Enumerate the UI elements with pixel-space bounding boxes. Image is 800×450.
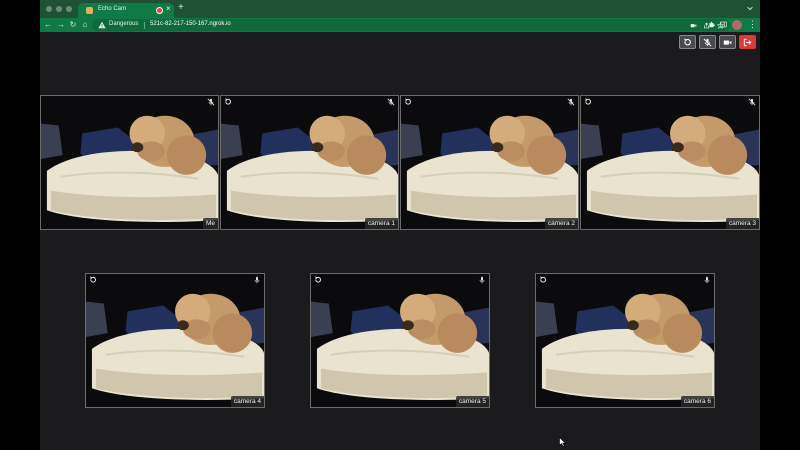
video-camera-icon xyxy=(723,40,732,45)
rotate-camera-button[interactable] xyxy=(679,35,696,49)
mic-off-icon[interactable] xyxy=(387,98,395,106)
rotate-icon[interactable] xyxy=(314,276,322,284)
mic-off-icon[interactable] xyxy=(748,98,756,106)
tile-label: Me xyxy=(202,218,218,229)
favicon-icon xyxy=(86,7,93,14)
video-tile[interactable]: camera 1 xyxy=(220,95,399,230)
tab-title: Echo Cam xyxy=(98,6,127,12)
security-label[interactable]: Dangerous xyxy=(109,21,138,27)
video-feed xyxy=(311,274,489,407)
url-text[interactable]: 521c-82-217-150-167.ngrok.io xyxy=(150,21,231,27)
mic-off-icon xyxy=(703,38,712,47)
tab-strip: Echo Cam × + xyxy=(40,0,760,18)
mic-icon[interactable] xyxy=(478,276,486,284)
leave-button[interactable] xyxy=(739,35,756,49)
toolbar: ← → ↻ ⌂ Dangerous 521c-82-217-150-167.ng… xyxy=(40,18,760,32)
rotate-icon xyxy=(684,38,691,46)
address-bar[interactable]: Dangerous 521c-82-217-150-167.ngrok.io xyxy=(92,19,730,31)
video-tile[interactable]: camera 3 xyxy=(580,95,760,230)
tab-close-icon[interactable]: × xyxy=(166,4,171,13)
rotate-icon[interactable] xyxy=(539,276,547,284)
tile-label: camera 4 xyxy=(230,396,264,407)
video-feed xyxy=(41,96,218,229)
recording-indicator-icon xyxy=(156,7,163,14)
mic-off-icon[interactable] xyxy=(567,98,575,106)
camera-toggle-button[interactable] xyxy=(719,35,736,49)
mic-off-icon[interactable] xyxy=(207,98,215,106)
rotate-icon[interactable] xyxy=(224,98,232,106)
extensions-icon[interactable] xyxy=(708,21,715,28)
tile-label: camera 3 xyxy=(725,218,759,229)
divider xyxy=(144,22,145,29)
profile-avatar[interactable] xyxy=(732,20,742,30)
tile-label: camera 5 xyxy=(455,396,489,407)
browser-window: Echo Cam × + ← → ↻ ⌂ Dangerous 521c-82-2… xyxy=(40,0,760,450)
video-tile[interactable]: Me xyxy=(40,95,219,230)
warning-icon[interactable] xyxy=(98,21,106,29)
video-feed xyxy=(581,96,759,229)
leave-icon xyxy=(743,38,752,47)
window-minimize-dot[interactable] xyxy=(56,6,62,12)
video-tile[interactable]: camera 2 xyxy=(400,95,579,230)
tile-label: camera 2 xyxy=(544,218,578,229)
back-icon[interactable]: ← xyxy=(42,19,54,31)
mic-icon[interactable] xyxy=(703,276,711,284)
window-close-dot[interactable] xyxy=(46,6,52,12)
new-tab-icon[interactable]: + xyxy=(178,2,184,13)
tab-search-chevron-icon[interactable] xyxy=(746,4,754,12)
rotate-icon[interactable] xyxy=(404,98,412,106)
tile-label: camera 1 xyxy=(364,218,398,229)
home-icon[interactable]: ⌂ xyxy=(79,19,91,31)
mute-button[interactable] xyxy=(699,35,716,49)
video-feed xyxy=(221,96,398,229)
browser-tab[interactable]: Echo Cam × xyxy=(78,3,174,18)
video-feed xyxy=(401,96,578,229)
reload-icon[interactable]: ↻ xyxy=(67,19,79,31)
browser-menu-icon[interactable]: ⋮ xyxy=(748,19,757,30)
window-zoom-dot[interactable] xyxy=(66,6,72,12)
side-panel-icon[interactable] xyxy=(720,21,727,28)
tile-label: camera 6 xyxy=(680,396,714,407)
rotate-icon[interactable] xyxy=(89,276,97,284)
camera-in-use-icon[interactable] xyxy=(690,22,697,29)
video-tile[interactable]: camera 4 xyxy=(85,273,265,408)
mic-icon[interactable] xyxy=(253,276,261,284)
forward-icon[interactable]: → xyxy=(55,19,67,31)
rotate-icon[interactable] xyxy=(584,98,592,106)
video-feed xyxy=(536,274,714,407)
mouse-cursor-icon xyxy=(559,437,566,447)
video-tile[interactable]: camera 6 xyxy=(535,273,715,408)
video-tile[interactable]: camera 5 xyxy=(310,273,490,408)
video-feed xyxy=(86,274,264,407)
